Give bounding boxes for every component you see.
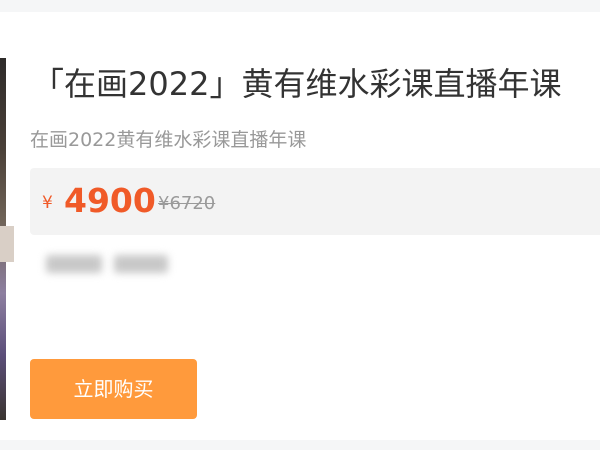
page: 「在画2022」黄有维水彩课直播年课 在画2022黄有维水彩课直播年课 ¥ 49… (0, 0, 600, 450)
blurred-text (114, 255, 168, 273)
course-cover-image-strip (0, 226, 14, 262)
blurred-info (32, 250, 172, 284)
current-price: 4900 (64, 181, 156, 220)
course-subtitle: 在画2022黄有维水彩课直播年课 (30, 129, 307, 151)
blurred-text (46, 255, 102, 273)
buy-now-button[interactable]: 立即购买 (30, 359, 197, 419)
currency-symbol: ¥ (42, 193, 53, 213)
price-box: ¥ 4900 ¥6720 (30, 168, 600, 235)
course-card: 「在画2022」黄有维水彩课直播年课 在画2022黄有维水彩课直播年课 ¥ 49… (0, 12, 600, 440)
course-title: 「在画2022」黄有维水彩课直播年课 (32, 65, 562, 103)
original-price: ¥6720 (158, 193, 216, 214)
